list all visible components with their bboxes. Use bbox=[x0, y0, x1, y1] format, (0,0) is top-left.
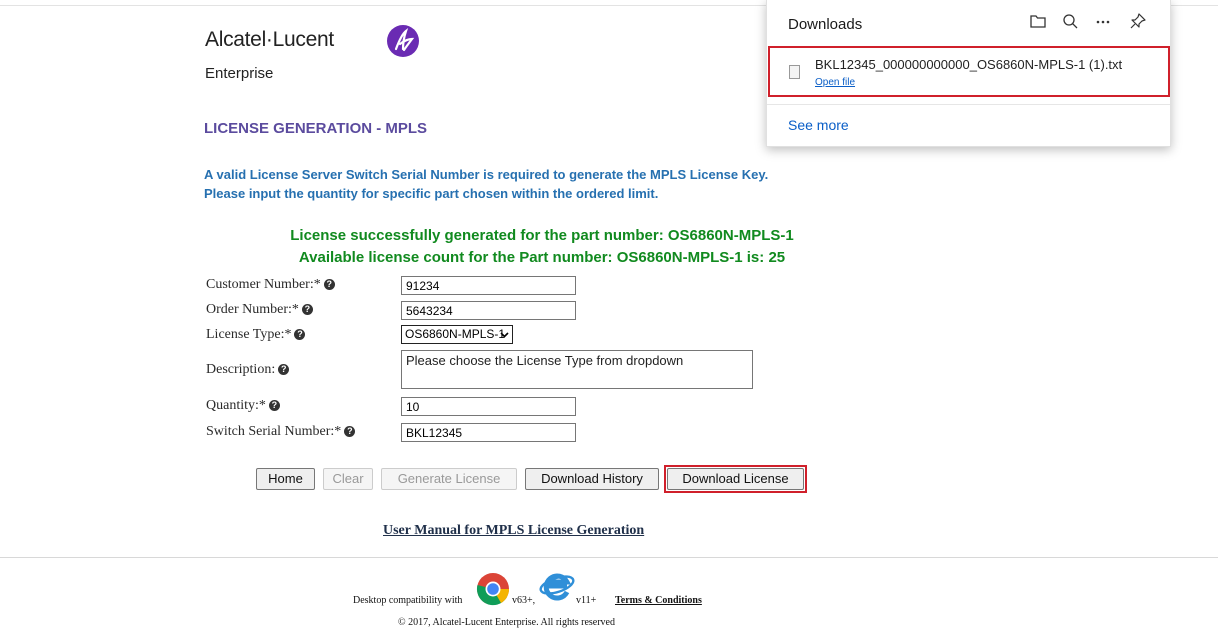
quantity-label: Quantity:*? bbox=[206, 398, 280, 414]
description-label: Description:? bbox=[206, 362, 290, 378]
user-manual-link[interactable]: User Manual for MPLS License Generation bbox=[383, 523, 644, 539]
customer-number-label: Customer Number:*? bbox=[206, 277, 335, 293]
logo-brand-text: Alcatel·Lucent bbox=[205, 28, 334, 51]
chevron-down-icon bbox=[500, 332, 509, 338]
company-logo: Alcatel·Lucent Enterprise bbox=[205, 25, 419, 82]
ie-version: v11+ bbox=[576, 595, 597, 606]
more-icon[interactable] bbox=[1094, 12, 1112, 30]
help-icon[interactable]: ? bbox=[278, 364, 290, 375]
chrome-icon bbox=[476, 573, 510, 606]
order-number-label: Order Number:*? bbox=[206, 302, 313, 318]
success-message: License successfully generated for the p… bbox=[204, 225, 880, 269]
generate-license-button[interactable]: Generate License bbox=[381, 468, 517, 490]
search-icon[interactable] bbox=[1061, 12, 1079, 30]
logo-subtitle: Enterprise bbox=[205, 65, 274, 82]
ie-icon bbox=[539, 573, 575, 601]
page-title: LICENSE GENERATION - MPLS bbox=[204, 120, 428, 137]
quantity-input[interactable]: 10 bbox=[401, 397, 576, 416]
intro-line-1: A valid License Server Switch Serial Num… bbox=[204, 167, 769, 182]
help-icon[interactable]: ? bbox=[294, 329, 306, 340]
order-number-input[interactable]: 5643234 bbox=[401, 301, 576, 320]
home-button[interactable]: Home bbox=[256, 468, 315, 490]
intro-text: A valid License Server Switch Serial Num… bbox=[204, 165, 768, 203]
clear-button[interactable]: Clear bbox=[323, 468, 373, 490]
compat-text: Desktop compatibility with bbox=[353, 595, 463, 606]
intro-line-2: Please input the quantity for specific p… bbox=[204, 186, 659, 201]
download-item-highlight bbox=[768, 46, 1170, 97]
downloads-title: Downloads bbox=[788, 16, 863, 33]
help-icon[interactable]: ? bbox=[323, 279, 335, 290]
help-icon[interactable]: ? bbox=[301, 304, 313, 315]
license-type-label: License Type:*? bbox=[206, 327, 306, 343]
footer-divider bbox=[0, 557, 1218, 558]
success-line-1: License successfully generated for the p… bbox=[290, 227, 794, 244]
download-history-button[interactable]: Download History bbox=[525, 468, 659, 490]
copyright-text: © 2017, Alcatel-Lucent Enterprise. All r… bbox=[398, 617, 615, 628]
downloads-panel: Downloads BKL12345_000000000000_OS6860N-… bbox=[766, 0, 1171, 147]
folder-icon[interactable] bbox=[1029, 12, 1047, 30]
help-icon[interactable]: ? bbox=[344, 426, 356, 437]
description-textarea[interactable]: Please choose the License Type from drop… bbox=[401, 350, 753, 389]
alcatel-logo-icon bbox=[387, 25, 419, 57]
downloads-divider bbox=[767, 104, 1170, 105]
customer-number-input[interactable]: 91234 bbox=[401, 276, 576, 295]
license-type-select[interactable]: OS6860N-MPLS-1 bbox=[401, 325, 513, 344]
download-license-highlight bbox=[664, 465, 807, 493]
pin-icon[interactable] bbox=[1129, 12, 1147, 30]
success-line-2: Available license count for the Part num… bbox=[298, 249, 786, 266]
switch-serial-label: Switch Serial Number:*? bbox=[206, 424, 356, 440]
license-type-value: OS6860N-MPLS-1 bbox=[405, 327, 506, 341]
terms-link[interactable]: Terms & Conditions bbox=[615, 595, 702, 606]
see-more-link[interactable]: See more bbox=[788, 117, 849, 133]
chrome-version: v63+, bbox=[512, 595, 536, 606]
help-icon[interactable]: ? bbox=[268, 400, 280, 411]
switch-serial-input[interactable]: BKL12345 bbox=[401, 423, 576, 442]
